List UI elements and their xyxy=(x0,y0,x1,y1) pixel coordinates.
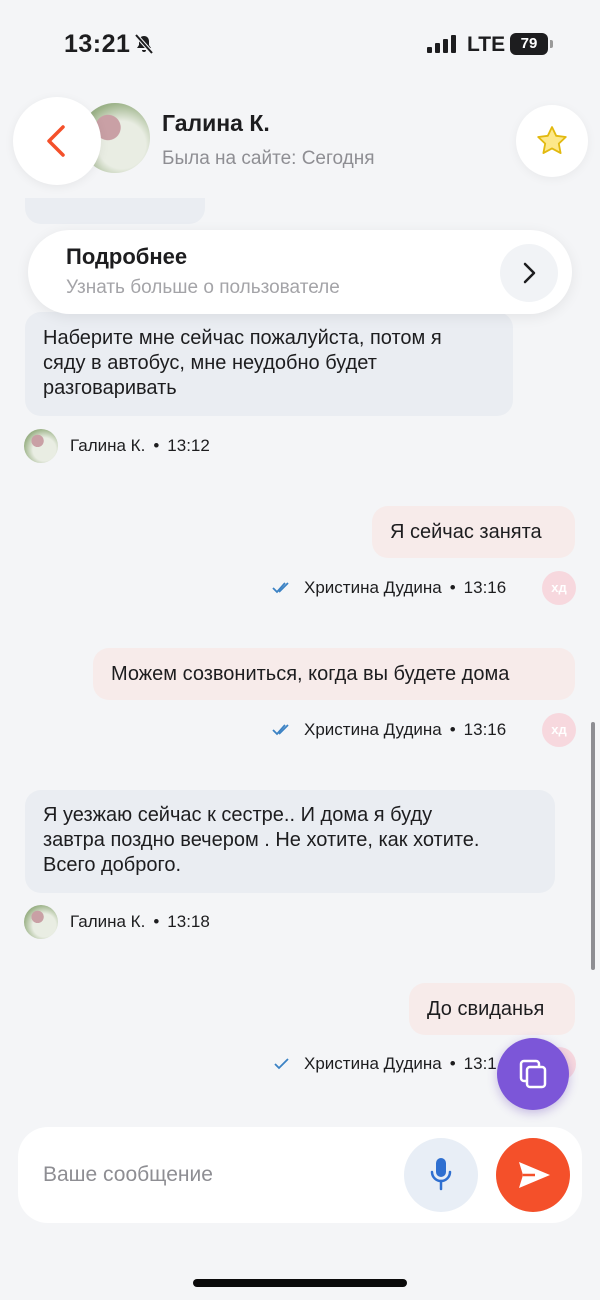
user-details-banner[interactable]: Подробнее Узнать больше о пользователе xyxy=(28,230,572,314)
star-icon xyxy=(537,126,567,154)
contact-name[interactable]: Галина К. xyxy=(162,110,270,137)
message-meta: Христина Дудина • 13:16 xyxy=(272,720,506,740)
avatar[interactable]: хд xyxy=(542,713,576,747)
message-meta: Галина К. • 13:18 xyxy=(24,905,210,939)
message-text: Я сейчас занята xyxy=(390,521,542,543)
message-line: Наберите мне сейчас пожалуйста, потом я xyxy=(43,327,442,349)
message-bubble-incoming[interactable]: Я уезжаю сейчас к сестре.. И дома я буду… xyxy=(25,790,555,893)
message-line: сяду в автобус, мне неудобно будет xyxy=(43,352,377,374)
details-title: Подробнее xyxy=(66,244,188,269)
message-line: разговаривать xyxy=(43,377,177,399)
message-text: Можем созвониться, когда вы будете дома xyxy=(111,663,510,685)
message-time: 13:1 xyxy=(463,1054,497,1073)
double-check-icon xyxy=(272,724,289,736)
message-time: 13:16 xyxy=(463,578,507,597)
message-author: Галина К. xyxy=(70,436,146,455)
separator: • xyxy=(449,720,456,739)
message-author: Христина Дудина xyxy=(304,578,442,597)
message-author: Христина Дудина xyxy=(304,1054,442,1073)
send-icon xyxy=(519,1162,550,1188)
separator: • xyxy=(449,578,456,597)
chevron-left-icon xyxy=(47,125,65,157)
send-button[interactable] xyxy=(496,1138,570,1212)
avatar[interactable] xyxy=(24,905,58,939)
check-icon xyxy=(274,1058,289,1070)
double-check-icon xyxy=(272,582,289,594)
avatar[interactable] xyxy=(24,429,58,463)
details-subtitle: Узнать больше о пользователе xyxy=(66,277,340,298)
voice-message-button[interactable] xyxy=(404,1138,478,1212)
separator: • xyxy=(153,912,160,931)
message-line: завтра поздно вечером . Не хотите, как х… xyxy=(43,829,480,851)
microphone-icon xyxy=(430,1158,452,1191)
contact-status: Была на сайте: Сегодня xyxy=(162,148,375,169)
message-author: Галина К. xyxy=(70,912,146,931)
message-meta: Галина К. • 13:12 xyxy=(24,429,210,463)
message-text: До свиданья xyxy=(427,998,545,1020)
message-bubble-incoming[interactable]: Наберите мне сейчас пожалуйста, потом я … xyxy=(25,312,513,416)
message-author: Христина Дудина xyxy=(304,720,442,739)
message-input[interactable] xyxy=(18,1127,398,1223)
chevron-right-icon xyxy=(523,262,536,284)
message-bubble-outgoing[interactable]: До свиданья xyxy=(409,983,575,1035)
separator: • xyxy=(153,436,160,455)
message-composer xyxy=(18,1127,582,1223)
copy-button[interactable] xyxy=(497,1038,569,1110)
message-time: 13:16 xyxy=(463,720,507,739)
copy-icon xyxy=(519,1059,547,1089)
message-meta: Христина Дудина • 13:16 xyxy=(272,578,506,598)
separator: • xyxy=(449,1054,456,1073)
message-line: Я уезжаю сейчас к сестре.. И дома я буду xyxy=(43,804,433,826)
message-meta: Христина Дудина • 13:1 xyxy=(272,1054,497,1074)
message-bubble-outgoing[interactable]: Можем созвониться, когда вы будете дома xyxy=(93,648,575,700)
message-time: 13:12 xyxy=(167,436,210,455)
avatar[interactable]: хд xyxy=(542,571,576,605)
details-open-button[interactable] xyxy=(500,244,558,302)
scrollbar[interactable] xyxy=(591,722,595,970)
chat-header: Галина К. Была на сайте: Сегодня xyxy=(0,90,600,198)
message-line: Всего доброго. xyxy=(43,854,182,876)
favorite-button[interactable] xyxy=(516,105,588,177)
back-button[interactable] xyxy=(13,97,101,185)
message-time: 13:18 xyxy=(167,912,210,931)
message-bubble-outgoing[interactable]: Я сейчас занята xyxy=(372,506,575,558)
